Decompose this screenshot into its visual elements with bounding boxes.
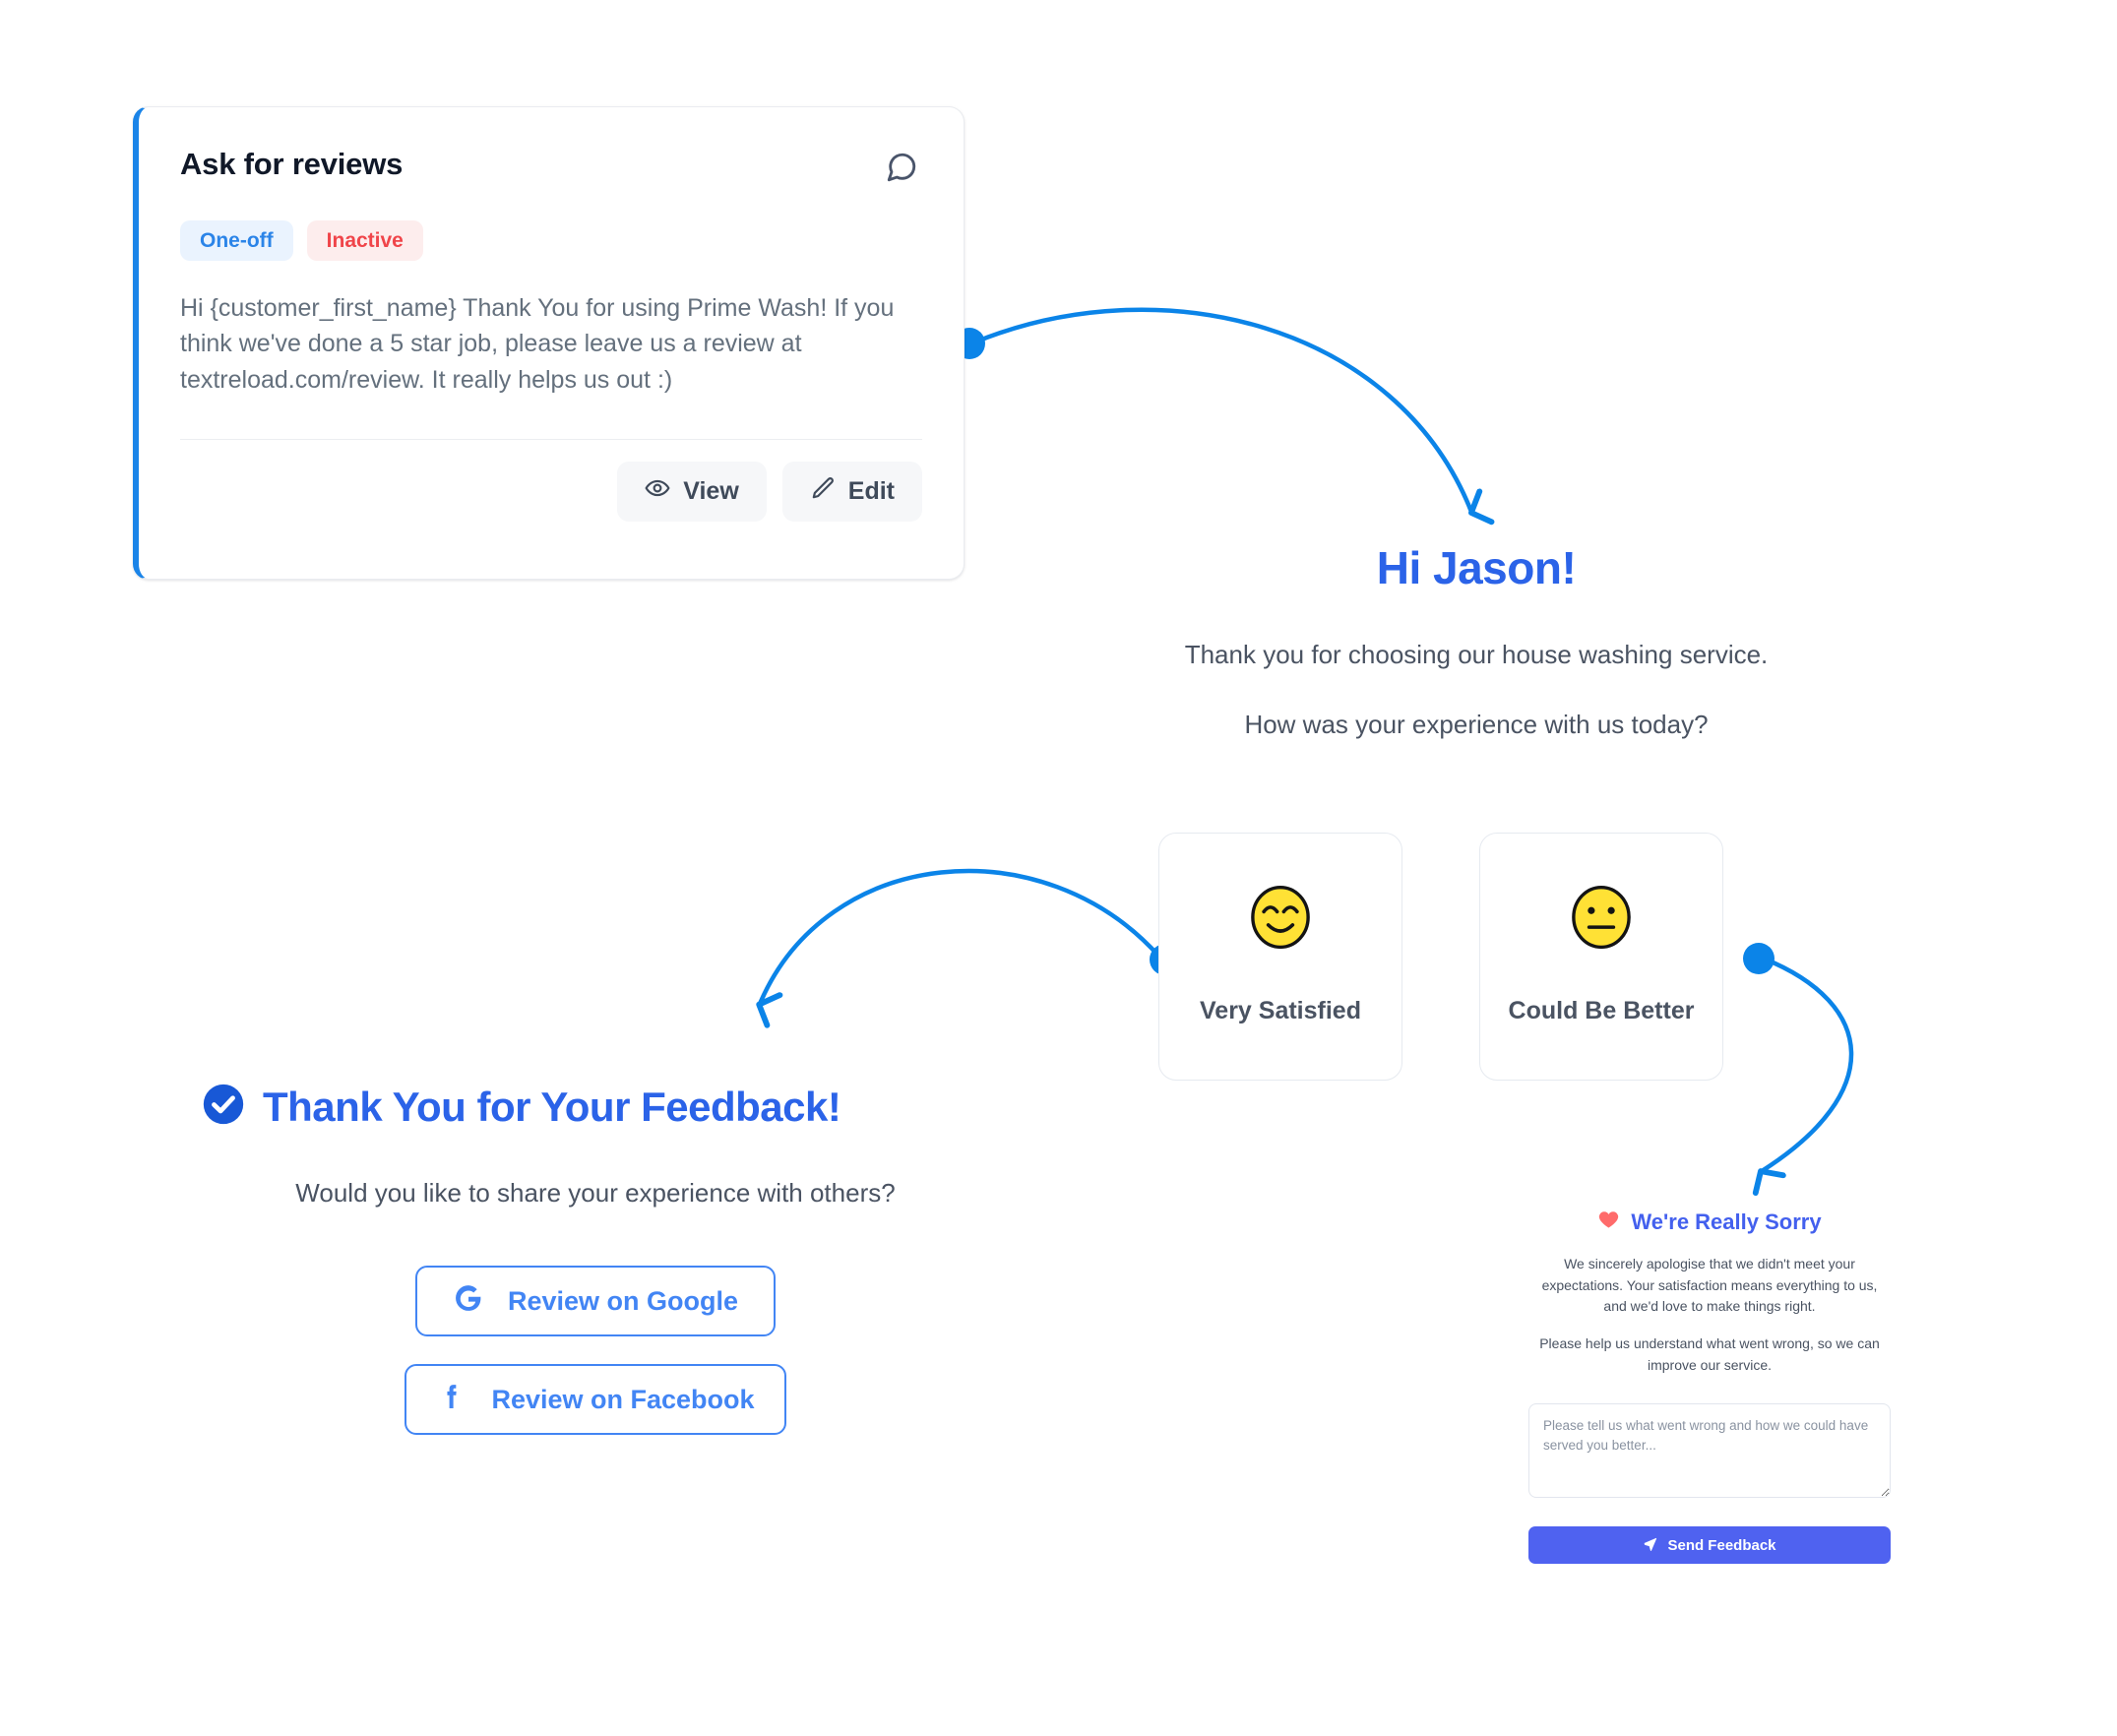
send-feedback-label: Send Feedback [1667, 1536, 1776, 1554]
mood-option-very-satisfied[interactable]: Very Satisfied [1158, 833, 1402, 1081]
connector-better-to-sorry [1743, 943, 1854, 1171]
view-button[interactable]: View [617, 461, 767, 522]
heart-icon [1597, 1209, 1620, 1236]
thank-you-block: Thank You for Your Feedback! Would you l… [202, 1083, 989, 1435]
greeting-block: Hi Jason! Thank you for choosing our hou… [1083, 541, 1870, 740]
check-circle-icon [202, 1083, 245, 1131]
campaign-card-header: Ask for reviews [139, 107, 964, 189]
status-badge-status: Inactive [306, 220, 423, 262]
send-feedback-button[interactable]: Send Feedback [1528, 1526, 1891, 1565]
facebook-f-icon [436, 1381, 467, 1419]
smiling-face-with-smiling-eyes-icon [1245, 882, 1316, 958]
mood-options-row: Very Satisfied Could Be Better [1158, 833, 1723, 1081]
greeting-title: Hi Jason! [1376, 542, 1577, 593]
mood-option-label: Very Satisfied [1200, 997, 1361, 1024]
page-title: Ask for reviews [180, 147, 404, 181]
feedback-textarea[interactable] [1528, 1403, 1891, 1499]
campaign-message-text: Hi {customer_first_name} Thank You for u… [180, 294, 895, 394]
pencil-icon [810, 475, 836, 508]
greeting-line-2: How was your experience with us today? [1244, 710, 1709, 740]
thank-you-subtitle: Would you like to share your experience … [295, 1178, 896, 1208]
sorry-paragraph-1: We sincerely apologise that we didn't me… [1541, 1256, 1878, 1315]
eye-icon [645, 475, 670, 508]
thank-you-heading: Thank You for Your Feedback! [202, 1083, 989, 1131]
badge-row: One-off Inactive [139, 189, 964, 262]
connector-card-to-greeting [954, 307, 1471, 512]
greeting-line-1: Thank you for choosing our house washing… [1184, 640, 1769, 669]
status-badge-type: One-off [180, 220, 293, 262]
edit-button-label: Edit [847, 476, 895, 505]
review-on-google-label: Review on Google [507, 1285, 739, 1316]
paper-plane-icon [1643, 1536, 1657, 1555]
mood-option-label: Could Be Better [1508, 997, 1695, 1024]
review-on-facebook-label: Review on Facebook [491, 1384, 755, 1414]
campaign-card[interactable]: Ask for reviews One-off Inactive Hi {cus… [133, 106, 965, 580]
google-g-icon [453, 1282, 484, 1321]
mood-option-could-be-better[interactable]: Could Be Better [1479, 833, 1723, 1081]
edit-button[interactable]: Edit [781, 461, 922, 522]
sorry-heading: We're Really Sorry [1528, 1209, 1891, 1236]
sorry-panel: We're Really Sorry We sincerely apologis… [1528, 1209, 1891, 1565]
sorry-title: We're Really Sorry [1631, 1209, 1822, 1234]
review-on-google-button[interactable]: Review on Google [415, 1266, 776, 1336]
connector-satisfied-to-thanks [760, 868, 1181, 1004]
message-bubble-icon[interactable] [885, 151, 918, 189]
thank-you-title: Thank You for Your Feedback! [263, 1083, 841, 1130]
review-on-facebook-button[interactable]: Review on Facebook [405, 1364, 786, 1435]
share-buttons: Review on Google Review on Facebook [202, 1266, 989, 1435]
canvas: Ask for reviews One-off Inactive Hi {cus… [0, 0, 2117, 1736]
view-button-label: View [683, 476, 739, 505]
neutral-face-icon [1566, 882, 1637, 958]
card-actions: View Edit [139, 440, 964, 522]
sorry-paragraph-2: Please help us understand what went wron… [1539, 1335, 1880, 1373]
